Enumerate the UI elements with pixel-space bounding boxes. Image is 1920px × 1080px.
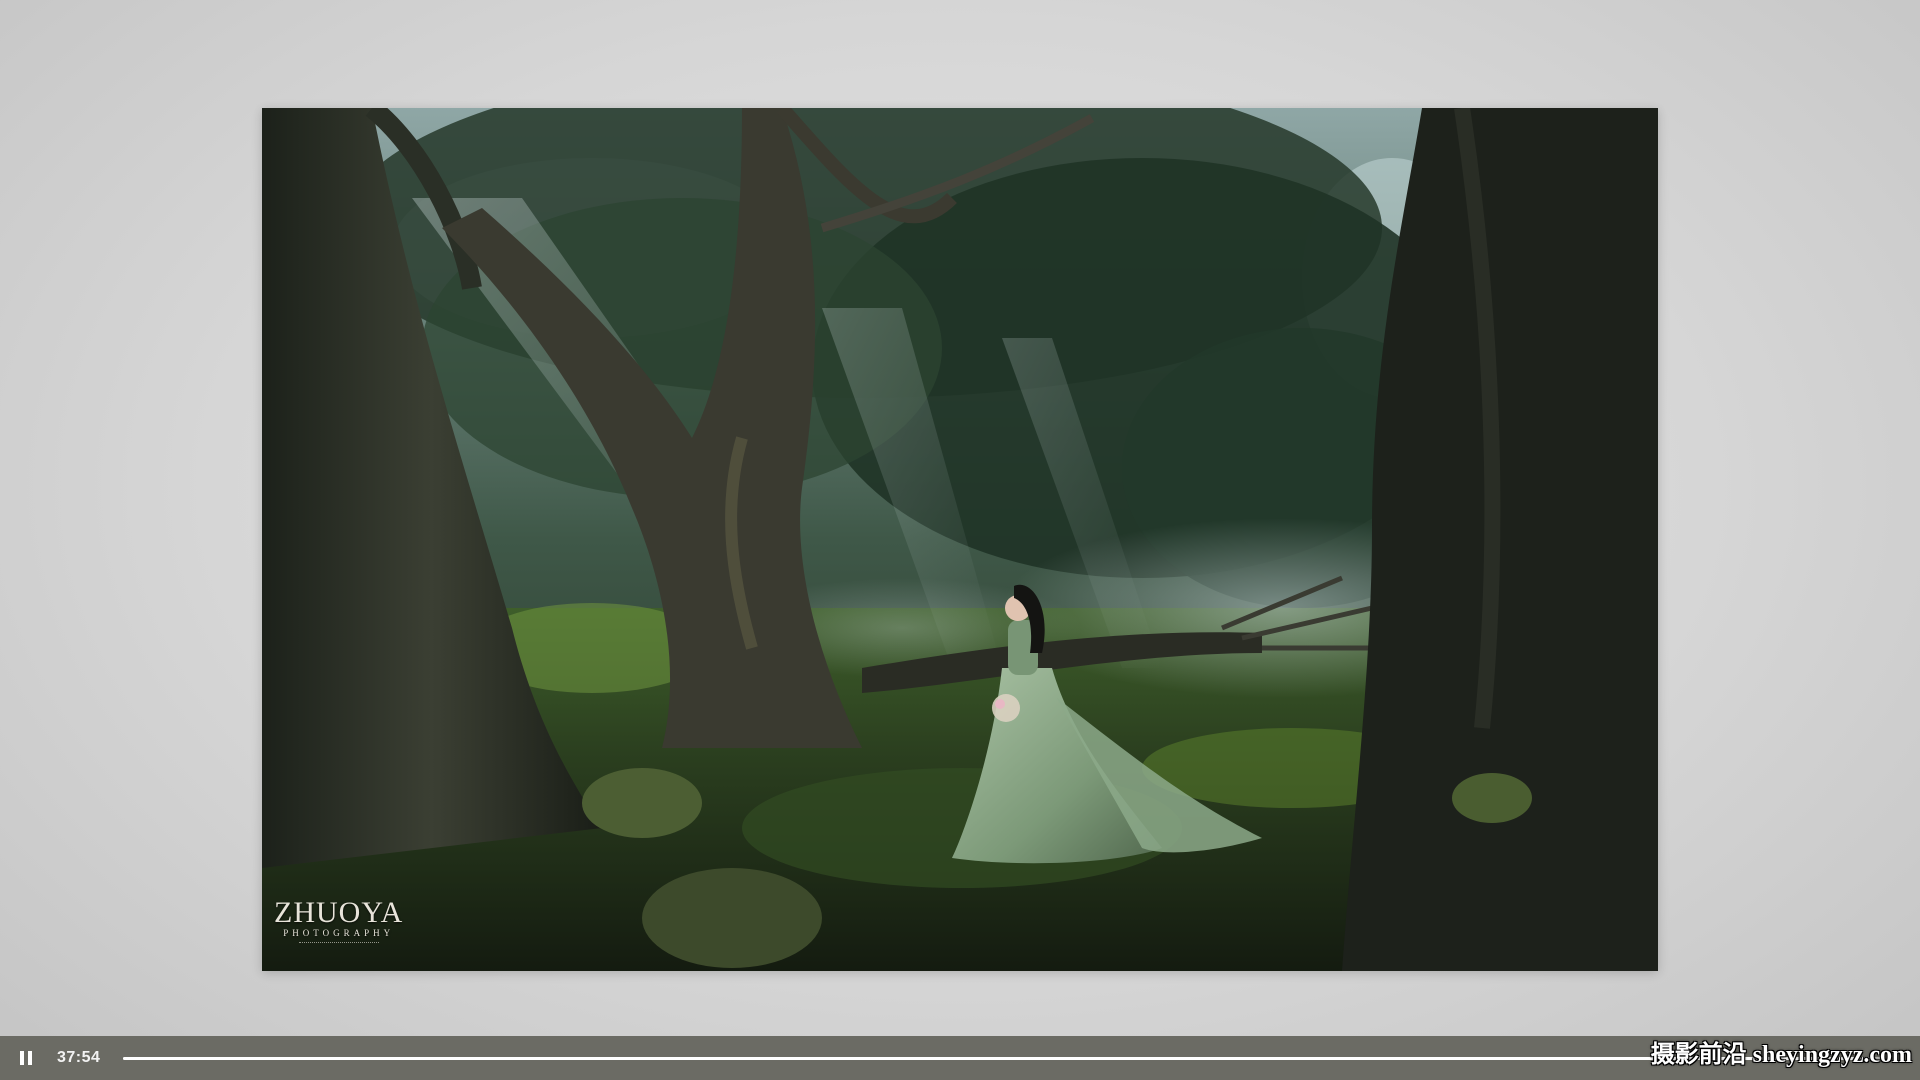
progress-fill — [123, 1056, 1875, 1060]
watermark-brand: ZHUOYA — [274, 896, 404, 929]
pause-icon — [20, 1051, 32, 1065]
watermark-subtitle: PHOTOGRAPHY — [283, 928, 395, 938]
video-control-bar: 37:54 — [0, 1036, 1920, 1080]
progress-bar[interactable] — [123, 1056, 1883, 1060]
forest-bride-photo: ZHUOYA PHOTOGRAPHY — [262, 108, 1658, 971]
site-watermark: 摄影前沿 sheyingzyz.com — [1650, 1042, 1912, 1068]
photo-illustration — [262, 108, 1658, 971]
current-time: 37:54 — [57, 1049, 101, 1066]
watermark-fine-print — [298, 942, 379, 947]
pause-button[interactable] — [13, 1045, 39, 1071]
photographer-watermark: ZHUOYA PHOTOGRAPHY — [274, 898, 403, 947]
